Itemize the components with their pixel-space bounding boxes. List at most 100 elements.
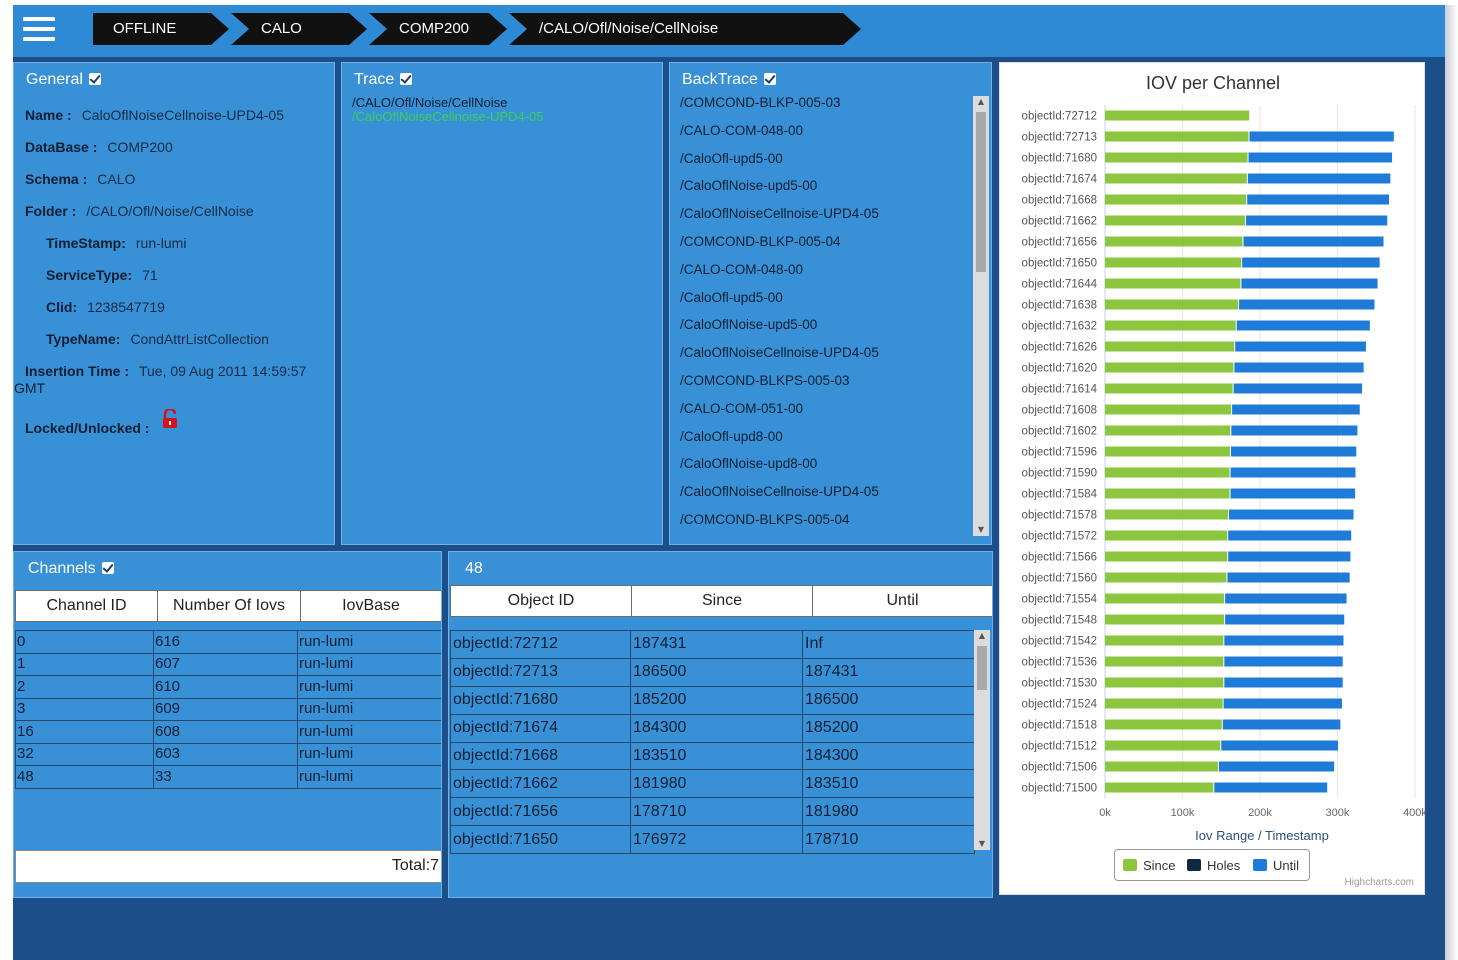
backtrace-item[interactable]: /CaloOflNoiseCellnoise-UPD4-05 bbox=[680, 482, 970, 510]
table-row[interactable]: objectId:72713 186500 187431 bbox=[450, 657, 975, 687]
table-row[interactable]: objectId:71668 183510 184300 bbox=[450, 741, 975, 771]
chart-credits[interactable]: Highcharts.com bbox=[1345, 877, 1414, 888]
table-row[interactable]: 1 607 run-lumi bbox=[15, 652, 441, 676]
table-row[interactable]: 3 609 run-lumi bbox=[15, 697, 441, 721]
legend-holes[interactable]: Holes bbox=[1187, 858, 1240, 873]
table-row[interactable]: objectId:71656 178710 181980 bbox=[450, 797, 975, 827]
backtrace-scrollbar[interactable]: ▲ ▼ bbox=[973, 96, 989, 536]
bar-since[interactable] bbox=[1105, 362, 1234, 373]
table-row[interactable]: objectId:71662 181980 183510 bbox=[450, 769, 975, 799]
backtrace-item[interactable]: /CaloOflNoiseCellnoise-UPD4-05 bbox=[680, 343, 970, 371]
backtrace-item[interactable]: /CALO-COM-048-00 bbox=[680, 260, 970, 288]
bar-since[interactable] bbox=[1105, 635, 1224, 646]
table-row[interactable]: 32 603 run-lumi bbox=[15, 742, 441, 766]
bar-until[interactable] bbox=[1223, 698, 1342, 709]
backtrace-item[interactable]: /CaloOfl-upd5-00 bbox=[680, 149, 970, 177]
table-row[interactable]: objectId:72712 187431 Inf bbox=[450, 630, 975, 659]
backtrace-item[interactable]: /CaloOfl-upd5-00 bbox=[680, 288, 970, 316]
backtrace-item[interactable]: /CaloOflNoiseCellnoise-UPD4-05 bbox=[680, 204, 970, 232]
bar-until[interactable] bbox=[1234, 362, 1364, 373]
bar-since[interactable] bbox=[1105, 215, 1246, 226]
scroll-up-arrow-icon[interactable]: ▲ bbox=[974, 630, 990, 642]
backtrace-item[interactable]: /CaloOflNoise-upd5-00 bbox=[680, 176, 970, 204]
bar-until[interactable] bbox=[1221, 740, 1339, 751]
trace-tag-link[interactable]: /CaloOflNoiseCellnoise-UPD4-05 bbox=[352, 109, 543, 124]
bar-since[interactable] bbox=[1105, 404, 1232, 415]
since-header[interactable]: Since bbox=[631, 585, 813, 617]
bar-until[interactable] bbox=[1229, 509, 1354, 520]
backtrace-item[interactable]: /CaloOflNoise-upd8-00 bbox=[680, 454, 970, 482]
general-checkbox-icon[interactable] bbox=[88, 73, 101, 85]
backtrace-item[interactable]: /COMCOND-BLKP-005-03 bbox=[680, 93, 970, 121]
bar-until[interactable] bbox=[1230, 488, 1356, 499]
bar-since[interactable] bbox=[1105, 551, 1228, 562]
bar-until[interactable] bbox=[1233, 383, 1363, 394]
trace-checkbox-icon[interactable] bbox=[400, 73, 413, 85]
bar-since[interactable] bbox=[1105, 320, 1236, 331]
backtrace-item[interactable]: /CaloOfl-upd8-00 bbox=[680, 427, 970, 455]
bar-until[interactable] bbox=[1222, 719, 1341, 730]
breadcrumb-comp200[interactable]: COMP200 bbox=[369, 13, 507, 45]
unlocked-padlock-icon[interactable] bbox=[161, 407, 179, 429]
backtrace-item[interactable]: /CALO-COM-051-00 bbox=[680, 399, 970, 427]
object-id-header[interactable]: Object ID bbox=[450, 585, 632, 617]
scroll-thumb[interactable] bbox=[977, 646, 987, 690]
bar-since[interactable] bbox=[1105, 131, 1249, 142]
bar-until[interactable] bbox=[1242, 257, 1380, 268]
bar-until[interactable] bbox=[1239, 299, 1375, 310]
bar-until[interactable] bbox=[1228, 530, 1352, 541]
until-header[interactable]: Until bbox=[812, 585, 992, 617]
bar-since[interactable] bbox=[1105, 194, 1247, 205]
table-row[interactable]: objectId:71674 184300 185200 bbox=[450, 713, 975, 743]
iov-scrollbar[interactable]: ▲ ▼ bbox=[974, 630, 990, 850]
table-row[interactable]: 2 610 run-lumi bbox=[15, 675, 441, 699]
legend-until[interactable]: Until bbox=[1253, 858, 1299, 873]
bar-until[interactable] bbox=[1246, 215, 1388, 226]
bar-since[interactable] bbox=[1105, 656, 1224, 667]
bar-until[interactable] bbox=[1218, 761, 1335, 772]
bar-until[interactable] bbox=[1248, 152, 1393, 163]
table-row[interactable]: objectId:71680 185200 186500 bbox=[450, 685, 975, 715]
bar-since[interactable] bbox=[1105, 110, 1250, 121]
bar-until[interactable] bbox=[1236, 320, 1370, 331]
bar-until[interactable] bbox=[1231, 425, 1358, 436]
bar-since[interactable] bbox=[1105, 152, 1248, 163]
bar-since[interactable] bbox=[1105, 782, 1214, 793]
bar-until[interactable] bbox=[1232, 404, 1360, 415]
bar-since[interactable] bbox=[1105, 488, 1230, 499]
backtrace-item[interactable]: /COMCOND-BLKP-005-04 bbox=[680, 232, 970, 260]
bar-until[interactable] bbox=[1243, 236, 1384, 247]
bar-since[interactable] bbox=[1105, 719, 1222, 730]
bar-since[interactable] bbox=[1105, 446, 1230, 457]
bar-until[interactable] bbox=[1249, 131, 1394, 142]
legend-since[interactable]: Since bbox=[1123, 858, 1176, 873]
bar-until[interactable] bbox=[1228, 551, 1351, 562]
backtrace-item[interactable]: /CaloOflNoise-upd5-00 bbox=[680, 315, 970, 343]
bar-until[interactable] bbox=[1235, 341, 1366, 352]
bar-until[interactable] bbox=[1230, 467, 1356, 478]
bar-since[interactable] bbox=[1105, 614, 1225, 625]
iovbase-header[interactable]: IovBase bbox=[300, 590, 441, 622]
table-row[interactable]: 48 33 run-lumi bbox=[15, 765, 441, 789]
bar-since[interactable] bbox=[1105, 740, 1221, 751]
breadcrumb-calo[interactable]: CALO bbox=[231, 13, 367, 45]
num-iovs-header[interactable]: Number Of Iovs bbox=[157, 590, 301, 622]
bar-since[interactable] bbox=[1105, 572, 1227, 583]
bar-until[interactable] bbox=[1227, 572, 1350, 583]
table-row[interactable]: 0 616 run-lumi bbox=[15, 630, 441, 654]
hamburger-menu-icon[interactable] bbox=[23, 17, 55, 43]
bar-until[interactable] bbox=[1241, 278, 1378, 289]
bar-until[interactable] bbox=[1230, 446, 1357, 457]
bar-since[interactable] bbox=[1105, 530, 1228, 541]
backtrace-checkbox-icon[interactable] bbox=[763, 73, 776, 85]
bar-since[interactable] bbox=[1105, 173, 1247, 184]
channels-checkbox-icon[interactable] bbox=[101, 562, 114, 574]
bar-since[interactable] bbox=[1105, 236, 1243, 247]
table-row[interactable]: objectId:71650 176972 178710 bbox=[450, 825, 975, 855]
bar-since[interactable] bbox=[1105, 383, 1233, 394]
scroll-thumb[interactable] bbox=[976, 112, 986, 272]
scroll-up-arrow-icon[interactable]: ▲ bbox=[973, 96, 989, 108]
bar-since[interactable] bbox=[1105, 425, 1231, 436]
bar-since[interactable] bbox=[1105, 467, 1230, 478]
bar-since[interactable] bbox=[1105, 509, 1228, 520]
